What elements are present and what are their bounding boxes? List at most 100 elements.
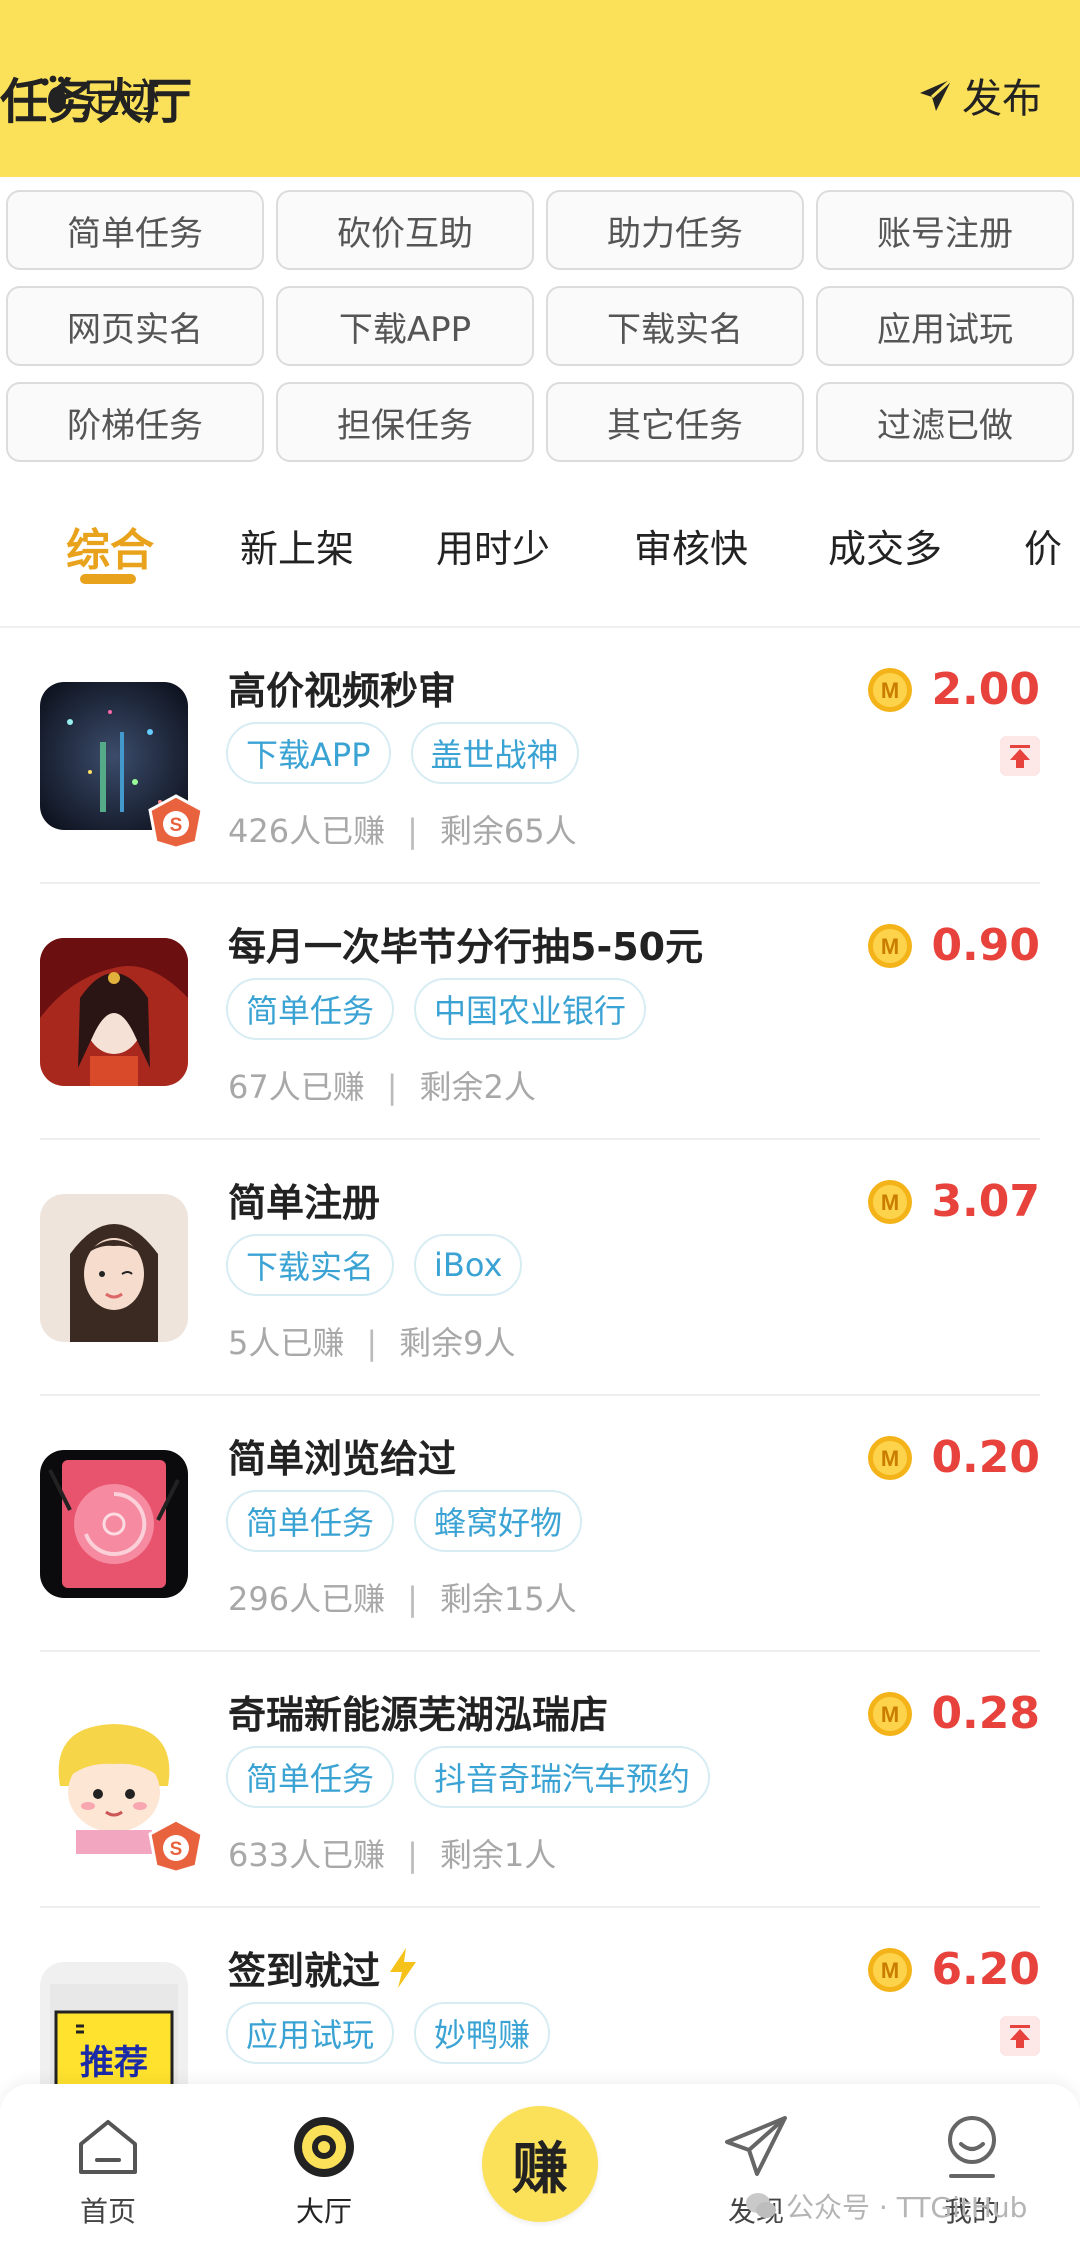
coin-icon: M xyxy=(868,923,913,968)
task-item[interactable]: S 高价视频秒审 下载APP 盖世战神 426人已赚 | 剩余65人 M 2.00 xyxy=(0,628,1080,884)
coin-letter: M xyxy=(881,1446,899,1471)
task-tags: 简单任务 中国农业银行 xyxy=(226,978,647,1040)
tab-price[interactable]: 价 xyxy=(1024,518,1062,573)
remaining-count: 剩余15人 xyxy=(439,1580,577,1618)
task-thumbnail xyxy=(40,1450,188,1598)
task-stats: 426人已赚 | 剩余65人 xyxy=(228,806,577,852)
task-title: 签到就过 xyxy=(228,1940,420,1995)
task-item[interactable]: 每月一次毕节分行抽5-50元 简单任务 中国农业银行 67人已赚 | 剩余2人 M … xyxy=(0,884,1080,1140)
stat-separator: | xyxy=(407,812,418,850)
task-tag: iBox xyxy=(414,1234,523,1296)
s-badge-icon: S xyxy=(148,794,204,850)
task-tag: 下载实名 xyxy=(226,1234,395,1296)
remaining-count: 剩余9人 xyxy=(399,1324,516,1362)
task-stats: 296人已赚 | 剩余15人 xyxy=(228,1574,577,1620)
task-tag: 抖音奇瑞汽车预约 xyxy=(414,1746,711,1808)
category-button[interactable]: 下载实名 xyxy=(546,286,804,366)
remaining-count: 剩余2人 xyxy=(419,1068,536,1106)
task-tag: 蜂窝好物 xyxy=(414,1490,583,1552)
task-item[interactable]: 简单注册 下载实名 iBox 5人已赚 | 剩余9人 M 3.07 xyxy=(0,1140,1080,1396)
task-title: 每月一次毕节分行抽5-50元 xyxy=(228,916,703,971)
tab-fast-review[interactable]: 审核快 xyxy=(634,518,748,573)
s-badge-icon: S xyxy=(148,1818,204,1874)
task-tag: 简单任务 xyxy=(226,1490,395,1552)
pin-top-icon xyxy=(1000,2016,1040,2056)
remaining-count: 剩余65人 xyxy=(439,812,577,850)
task-tags: 下载实名 iBox xyxy=(226,1234,523,1296)
task-thumbnail xyxy=(40,938,188,1086)
category-button[interactable]: 其它任务 xyxy=(546,382,804,462)
watermark-text: 公众号 · TTGitHub xyxy=(786,2191,1028,2224)
tab-overall[interactable]: 综合 xyxy=(66,514,154,584)
task-tags: 应用试玩 妙鸭赚 xyxy=(226,2002,551,2064)
task-tag: 简单任务 xyxy=(226,978,395,1040)
task-tags: 简单任务 蜂窝好物 xyxy=(226,1490,583,1552)
task-title: 简单注册 xyxy=(228,1172,380,1227)
coin-icon: M xyxy=(868,1435,913,1480)
task-reward: M 0.28 xyxy=(867,1688,1040,1739)
coin-letter: M xyxy=(881,678,899,703)
sort-tabs: 综合 新上架 用时少 审核快 成交多 价 xyxy=(0,478,1080,628)
tab-label: 综合 xyxy=(66,525,154,576)
task-tag: 妙鸭赚 xyxy=(414,2002,551,2064)
task-title-text: 简单浏览给过 xyxy=(228,1437,457,1481)
top-header: 足迹 任务大厅 发布 xyxy=(0,0,1080,177)
category-button[interactable]: 下载APP xyxy=(276,286,534,366)
category-button[interactable]: 账号注册 xyxy=(816,190,1074,270)
category-button[interactable]: 担保任务 xyxy=(276,382,534,462)
earned-count: 633人已赚 xyxy=(228,1836,386,1874)
home-icon xyxy=(79,2120,137,2174)
nav-home[interactable]: 首页 xyxy=(38,2096,178,2230)
thumb-text: 推荐 xyxy=(80,2043,148,2083)
category-button[interactable]: 助力任务 xyxy=(546,190,804,270)
task-reward: M 3.07 xyxy=(867,1176,1040,1227)
task-title-text: 每月一次毕节分行抽5-50元 xyxy=(228,925,704,969)
task-tags: 简单任务 抖音奇瑞汽车预约 xyxy=(226,1746,711,1808)
task-list: S 高价视频秒审 下载APP 盖世战神 426人已赚 | 剩余65人 M 2.00 … xyxy=(0,628,1080,2164)
active-tab-indicator xyxy=(80,574,136,584)
coin-icon: M xyxy=(868,1947,913,1992)
publish-button[interactable]: 发布 xyxy=(918,66,1042,124)
hall-icon xyxy=(294,2117,354,2177)
earned-count: 426人已赚 xyxy=(228,812,386,850)
task-tag: 简单任务 xyxy=(226,1746,395,1808)
reward-amount: 0.90 xyxy=(931,920,1040,971)
task-title: 奇瑞新能源芜湖泓瑞店 xyxy=(228,1684,608,1739)
tab-new[interactable]: 新上架 xyxy=(240,518,354,573)
svg-text:S: S xyxy=(170,1839,183,1860)
stat-separator: | xyxy=(407,1580,418,1618)
task-item[interactable]: 简单浏览给过 简单任务 蜂窝好物 296人已赚 | 剩余15人 M 0.20 xyxy=(0,1396,1080,1652)
profile-icon xyxy=(948,2116,996,2178)
nav-label: 首页 xyxy=(79,2195,136,2228)
category-button[interactable]: 应用试玩 xyxy=(816,286,1074,366)
earn-button[interactable]: 赚 xyxy=(482,2106,598,2222)
stat-separator: | xyxy=(386,1068,398,1106)
task-reward: M 2.00 xyxy=(867,664,1040,715)
task-reward: M 0.90 xyxy=(867,920,1040,971)
svg-text:S: S xyxy=(170,815,183,836)
publish-label: 发布 xyxy=(962,76,1042,122)
task-item[interactable]: S 奇瑞新能源芜湖泓瑞店 简单任务 抖音奇瑞汽车预约 633人已赚 | 剩余1人 M… xyxy=(0,1652,1080,1908)
tab-fast-time[interactable]: 用时少 xyxy=(436,518,550,573)
nav-label: 大厅 xyxy=(295,2195,352,2228)
category-button[interactable]: 简单任务 xyxy=(6,190,264,270)
watermark: 公众号 · TTGitHub xyxy=(744,2186,1027,2226)
discover-icon xyxy=(725,2116,787,2176)
task-stats: 633人已赚 | 剩余1人 xyxy=(228,1830,556,1876)
task-reward: M 0.20 xyxy=(867,1432,1040,1483)
category-button[interactable]: 网页实名 xyxy=(6,286,264,366)
earned-count: 67人已赚 xyxy=(228,1068,365,1106)
coin-letter: M xyxy=(881,934,899,959)
coin-icon: M xyxy=(868,1179,913,1224)
filter-done-button[interactable]: 过滤已做 xyxy=(816,382,1074,462)
lightning-icon xyxy=(390,1947,417,1988)
stat-separator: | xyxy=(366,1324,378,1362)
remaining-count: 剩余1人 xyxy=(439,1836,557,1874)
coin-icon: M xyxy=(868,667,913,712)
tab-most-deals[interactable]: 成交多 xyxy=(828,518,942,573)
task-stats: 67人已赚 | 剩余2人 xyxy=(228,1062,536,1108)
category-button[interactable]: 阶梯任务 xyxy=(6,382,264,462)
category-button[interactable]: 砍价互助 xyxy=(276,190,534,270)
task-reward: M 6.20 xyxy=(867,1944,1040,1995)
nav-hall[interactable]: 大厅 xyxy=(254,2096,394,2230)
